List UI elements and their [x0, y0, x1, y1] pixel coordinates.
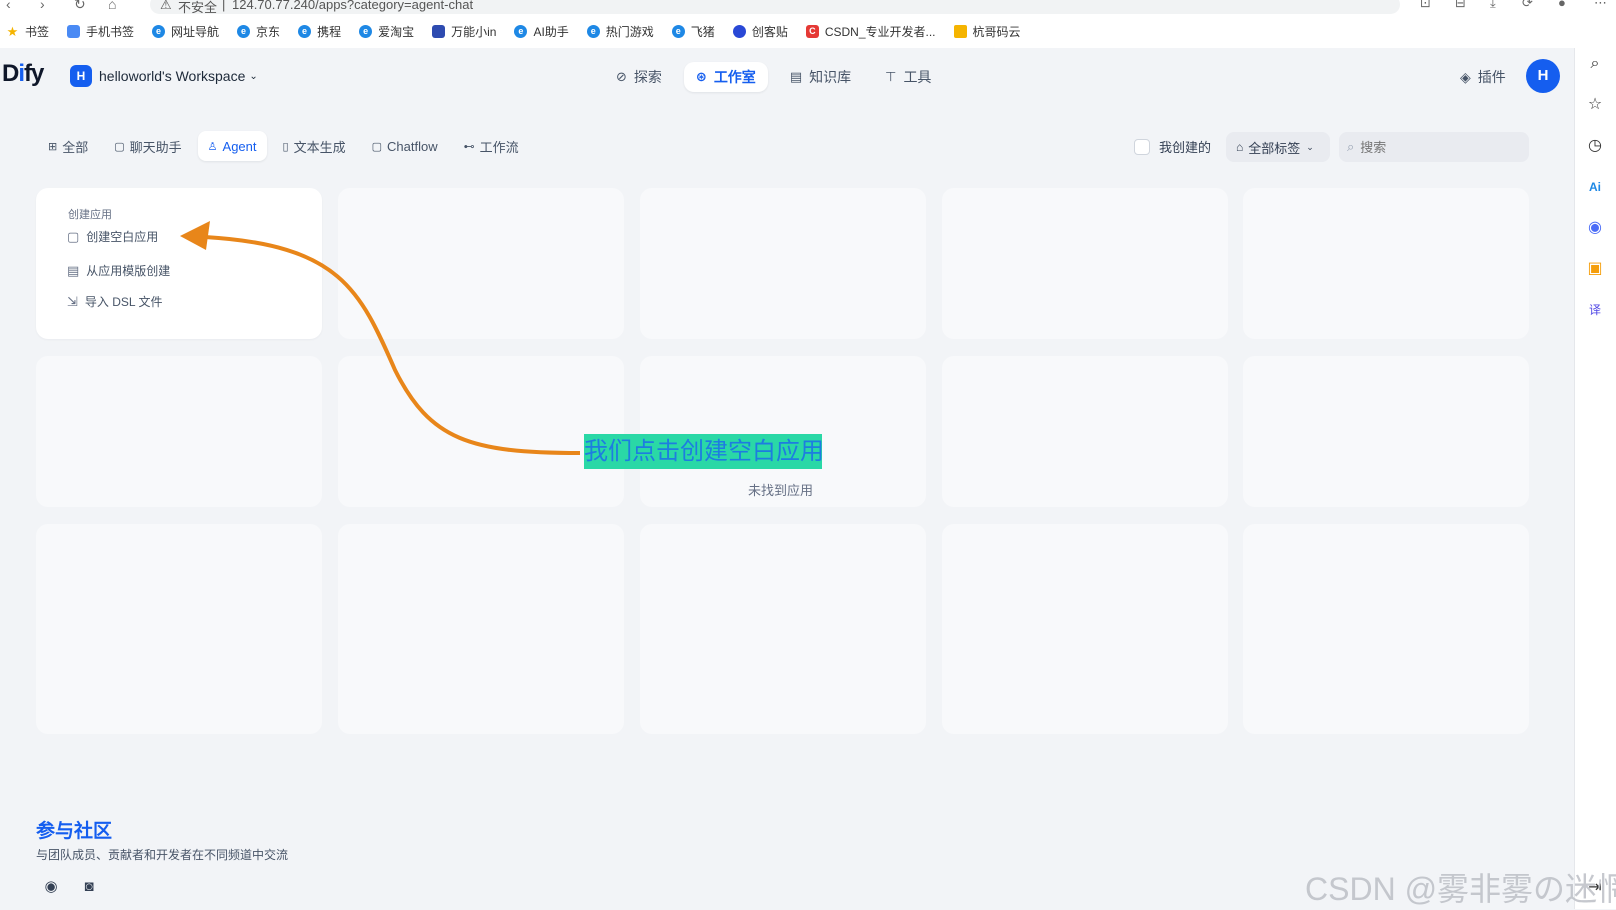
community-subtitle: 与团队成员、贡献者和开发者在不同频道中交流	[36, 848, 289, 862]
github-icon[interactable]: ◉	[40, 876, 62, 898]
arrow-head	[180, 221, 210, 250]
watermark: CSDN @雾非雾の迷惘	[1305, 871, 1616, 907]
community-title: 参与社区	[36, 821, 113, 842]
annotation-label: 我们点击创建空白应用	[584, 434, 822, 469]
arrow-shaft	[204, 235, 581, 455]
discord-icon[interactable]: ◙	[78, 876, 100, 898]
